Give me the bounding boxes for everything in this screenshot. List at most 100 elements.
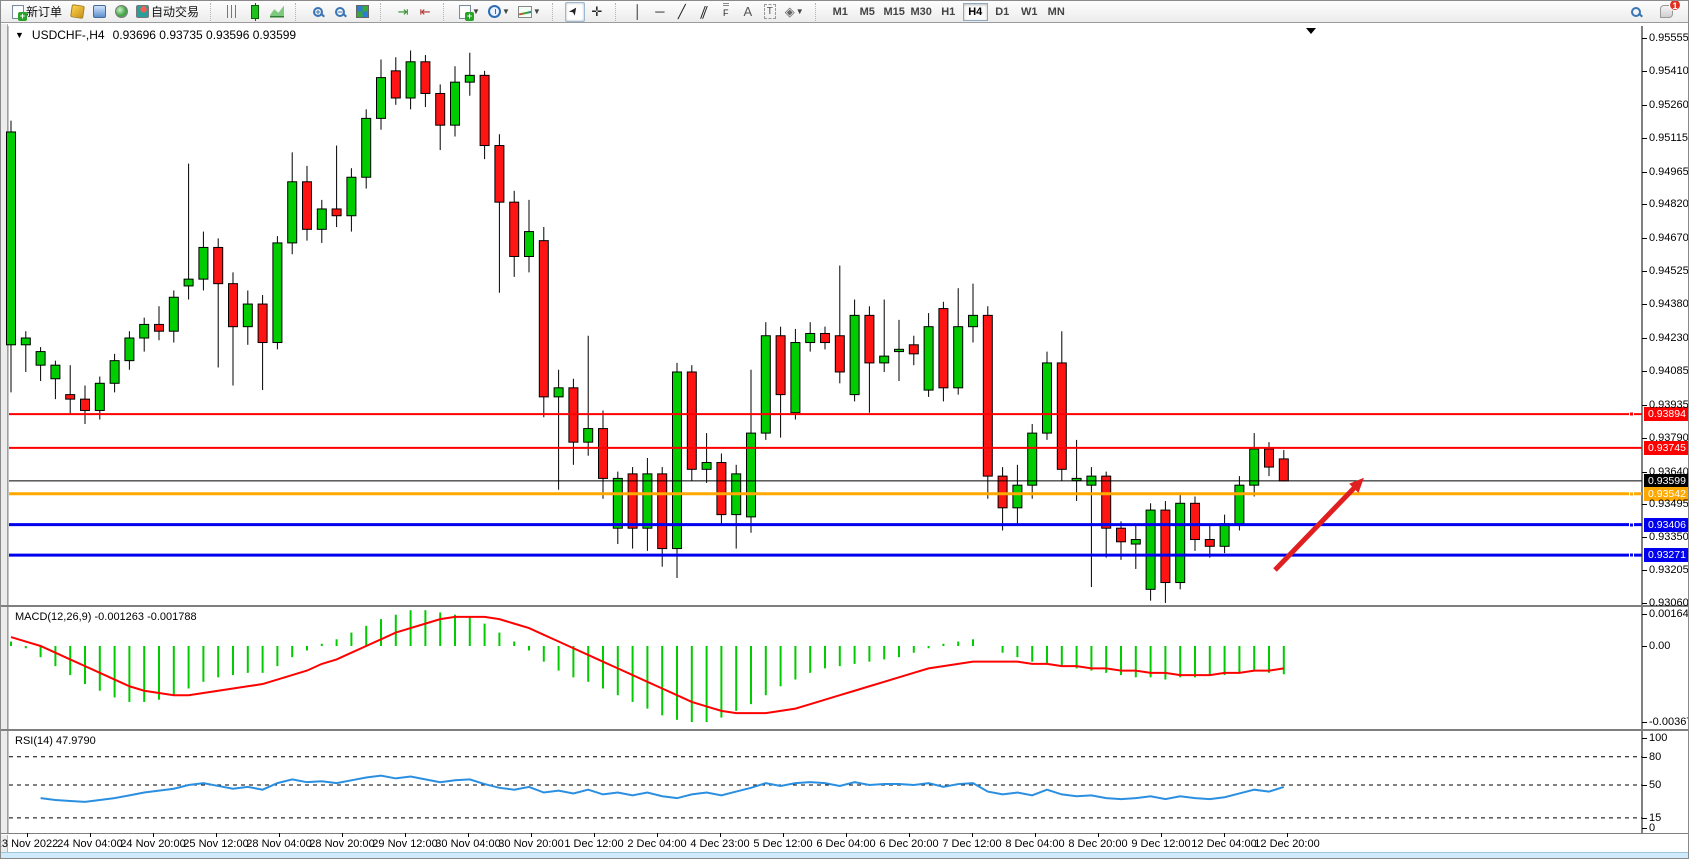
- price-axis-label: 0.95410: [1649, 65, 1689, 77]
- candle-body: [273, 243, 282, 343]
- price-axis-tick: [1642, 338, 1647, 339]
- date-axis-label[interactable]: 28 Nov 04:00: [246, 838, 311, 850]
- pane-splitter-rsi[interactable]: [1, 729, 1689, 731]
- date-axis-tick: [783, 833, 784, 837]
- pane-splitter-macd[interactable]: [1, 605, 1689, 607]
- candle-body: [229, 284, 238, 327]
- price-axis-label: 0.95260: [1649, 99, 1689, 111]
- date-axis-label[interactable]: 9 Dec 12:00: [1131, 838, 1190, 850]
- date-axis-tick: [1035, 833, 1036, 837]
- date-axis-label[interactable]: 1 Dec 12:00: [564, 838, 623, 850]
- hline-handle[interactable]: [1629, 522, 1634, 527]
- candle-body: [214, 247, 223, 283]
- candle-body: [850, 315, 859, 394]
- date-axis-label[interactable]: 30 Nov 20:00: [498, 838, 563, 850]
- candle-body: [436, 93, 445, 125]
- hline-handle[interactable]: [1629, 553, 1634, 558]
- date-axis-tick: [531, 833, 532, 837]
- date-axis-tick: [720, 833, 721, 837]
- macd-axis-label: 0.00: [1649, 640, 1670, 652]
- candle-body: [51, 365, 60, 379]
- price-axis-label: 0.94380: [1649, 298, 1689, 310]
- date-axis-label[interactable]: 24 Nov 04:00: [57, 838, 122, 850]
- candle-body: [1176, 503, 1185, 582]
- annotation-arrow[interactable]: [1275, 485, 1357, 570]
- date-axis-label[interactable]: 12 Dec 04:00: [1191, 838, 1256, 850]
- chart-shift-marker-icon[interactable]: [1306, 28, 1316, 34]
- date-axis-label[interactable]: 23 Nov 2022: [0, 838, 58, 850]
- price-axis-tick: [1642, 504, 1647, 505]
- date-axis-label[interactable]: 2 Dec 04:00: [627, 838, 686, 850]
- candle-body: [125, 338, 134, 361]
- price-axis-tick: [1642, 105, 1647, 106]
- rsi-axis-tick: [1642, 828, 1647, 829]
- date-axis-label[interactable]: 8 Dec 20:00: [1068, 838, 1127, 850]
- price-axis-label: 0.93350: [1649, 531, 1689, 543]
- macd-axis-tick: [1642, 722, 1647, 723]
- price-axis-label: 0.93935: [1649, 399, 1689, 411]
- date-axis-label[interactable]: 12 Dec 20:00: [1254, 838, 1319, 850]
- candle-body: [687, 372, 696, 469]
- date-axis-label[interactable]: 8 Dec 04:00: [1005, 838, 1064, 850]
- date-axis-label[interactable]: 29 Nov 12:00: [372, 838, 437, 850]
- price-axis-label: 0.94230: [1649, 332, 1689, 344]
- candle-body: [1102, 476, 1111, 528]
- candle-body: [347, 177, 356, 215]
- rsi-header: RSI(14) 47.9790: [15, 735, 96, 747]
- date-axis-label[interactable]: 4 Dec 23:00: [690, 838, 749, 850]
- price-axis-tick: [1642, 172, 1647, 173]
- candle-body: [613, 478, 622, 528]
- candle-body: [81, 399, 90, 410]
- candle-body: [465, 75, 474, 82]
- date-axis-label[interactable]: 24 Nov 20:00: [120, 838, 185, 850]
- candle-body: [554, 388, 563, 397]
- candle-body: [806, 333, 815, 342]
- date-axis-tick: [1161, 833, 1162, 837]
- candle-body: [761, 336, 770, 433]
- rsi-axis-tick: [1642, 757, 1647, 758]
- date-axis-label[interactable]: 7 Dec 12:00: [942, 838, 1001, 850]
- candle-body: [288, 182, 297, 243]
- macd-axis-tick: [1642, 614, 1647, 615]
- date-axis-tick: [342, 833, 343, 837]
- date-axis-label[interactable]: 30 Nov 04:00: [435, 838, 500, 850]
- price-axis-label: 0.93495: [1649, 498, 1689, 510]
- candle-body: [184, 279, 193, 286]
- status-strip: [1, 852, 1689, 859]
- price-axis-label: 0.94965: [1649, 166, 1689, 178]
- candle-body: [776, 336, 785, 395]
- date-axis-tick: [1224, 833, 1225, 837]
- candle-body: [421, 62, 430, 94]
- date-axis-label[interactable]: 28 Nov 20:00: [309, 838, 374, 850]
- candle-body: [95, 383, 104, 410]
- date-axis-label[interactable]: 6 Dec 20:00: [879, 838, 938, 850]
- hline-handle[interactable]: [1629, 412, 1634, 417]
- date-axis-label[interactable]: 6 Dec 04:00: [816, 838, 875, 850]
- price-axis-tick: [1642, 438, 1647, 439]
- candle-body: [969, 315, 978, 326]
- candle-body: [702, 463, 711, 470]
- date-axis-label[interactable]: 5 Dec 12:00: [753, 838, 812, 850]
- candle-body: [717, 463, 726, 515]
- candle-body: [1205, 540, 1214, 547]
- price-line-tag: 0.93406: [1644, 518, 1689, 532]
- rsi-axis-label: 80: [1649, 751, 1661, 763]
- hline-handle[interactable]: [1629, 491, 1634, 496]
- price-axis-label: 0.94820: [1649, 198, 1689, 210]
- mt4-application: + 新订单 自动交易 + − ⇥ ⇤: [0, 0, 1689, 859]
- candle-body: [406, 62, 415, 98]
- candle-body: [303, 182, 312, 230]
- macd-axis-label: 0.001642: [1649, 608, 1689, 620]
- candle-body: [924, 327, 933, 390]
- date-axis-label[interactable]: 25 Nov 12:00: [183, 838, 248, 850]
- candle-body: [495, 146, 504, 203]
- candle-body: [317, 209, 326, 229]
- rsi-label: RSI(14): [15, 735, 53, 747]
- price-axis-label: 0.94670: [1649, 232, 1689, 244]
- candle-body: [1072, 478, 1081, 480]
- candle-body: [7, 132, 16, 345]
- price-axis-tick: [1642, 603, 1647, 604]
- rsi-axis-label: 0: [1649, 822, 1655, 834]
- date-axis-tick: [27, 833, 28, 837]
- macd-axis-tick: [1642, 646, 1647, 647]
